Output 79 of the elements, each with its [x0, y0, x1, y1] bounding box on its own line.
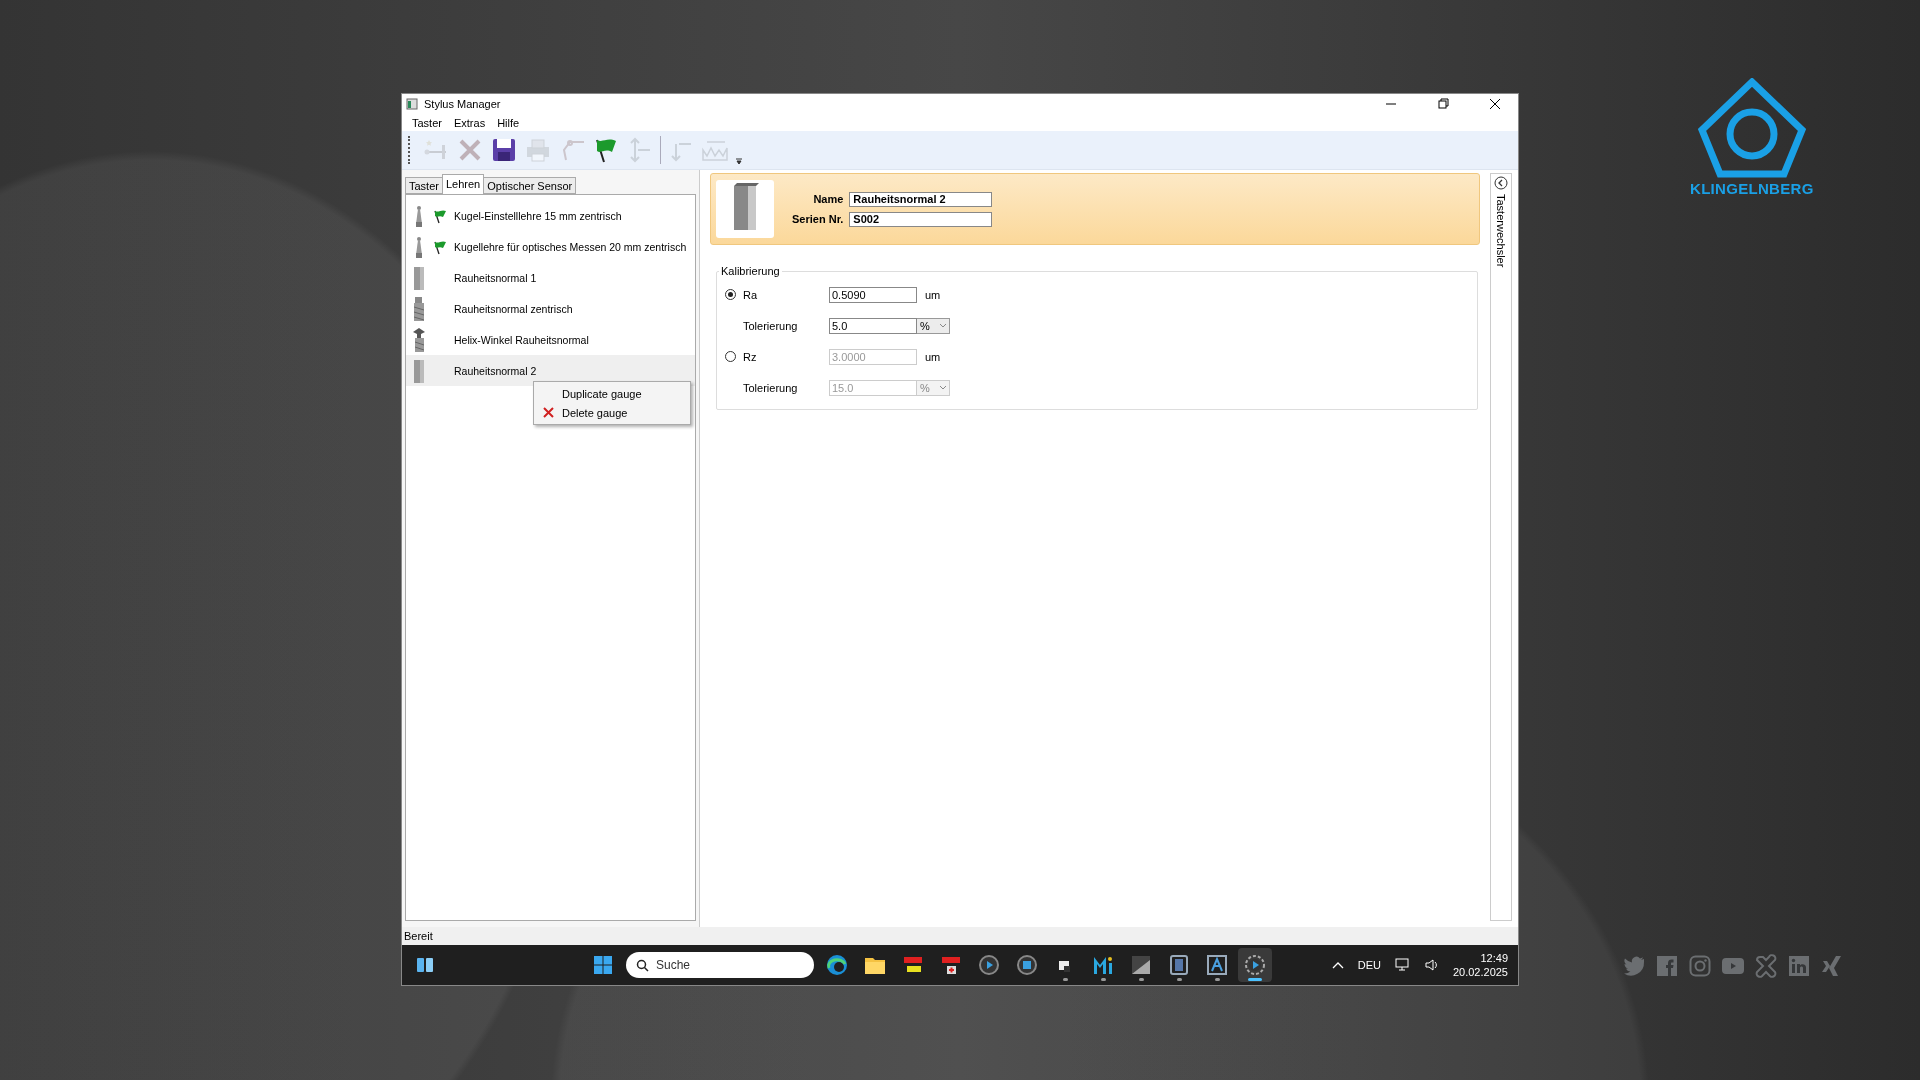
- twitter-icon[interactable]: [1622, 954, 1646, 978]
- tab[interactable]: Taster: [405, 177, 443, 194]
- menu-item[interactable]: Duplicate gauge: [562, 387, 642, 400]
- widgets-icon[interactable]: [416, 956, 434, 974]
- item-label: Rauheitsnormal 1: [454, 271, 537, 284]
- app-icon[interactable]: [1092, 954, 1114, 976]
- running-indicator: [1138, 978, 1144, 981]
- overflow-icon[interactable]: [735, 157, 743, 165]
- search-field[interactable]: Suche: [626, 952, 814, 978]
- item-label: Kugel-Einstelllehre 15 mm zentrisch: [454, 209, 622, 222]
- menu-item[interactable]: Taster: [406, 116, 448, 129]
- list-item[interactable]: Rauheitsnormal zentrisch: [406, 293, 695, 324]
- knot-icon[interactable]: [1754, 954, 1778, 978]
- value-field[interactable]: 0.5090: [829, 286, 917, 303]
- delete-icon: [542, 407, 554, 418]
- window-title: Stylus Manager: [424, 98, 502, 110]
- caret-icon[interactable]: [940, 323, 946, 328]
- name-field[interactable]: Rauheitsnormal 2: [849, 191, 993, 207]
- threaded-gauge-icon: [412, 294, 426, 323]
- xing-icon[interactable]: [1820, 954, 1844, 978]
- app-icon[interactable]: [1206, 954, 1228, 976]
- unit-label: um: [924, 350, 942, 363]
- item-label: Rauheitsnormal zentrisch: [454, 302, 573, 315]
- collapse-icon[interactable]: [1494, 176, 1508, 190]
- running-indicator: [1176, 978, 1182, 981]
- language-indicator[interactable]: DEU: [1357, 959, 1381, 971]
- clock-date[interactable]: 20.02.2025: [1452, 965, 1508, 979]
- serial-field[interactable]: S002: [849, 211, 993, 227]
- list-item[interactable]: Rauheitsnormal 1: [406, 262, 695, 293]
- instagram-icon[interactable]: [1688, 954, 1712, 978]
- field-label: Tolerierung: [743, 319, 799, 332]
- running-indicator: [1100, 978, 1106, 981]
- tab[interactable]: Optischer Sensor: [483, 177, 577, 194]
- running-indicator: [1062, 978, 1068, 981]
- app-icon[interactable]: [1130, 954, 1152, 976]
- app-icon[interactable]: [1168, 954, 1190, 976]
- block-icon: [716, 180, 774, 238]
- side-panel-title[interactable]: Tasterwechsler: [1495, 194, 1507, 268]
- unit-dropdown[interactable]: %: [917, 317, 950, 334]
- running-indicator: [1214, 978, 1220, 981]
- brand-name: KLINGELNBERG: [1690, 180, 1814, 197]
- field-label: Serien Nr.: [792, 213, 844, 225]
- running-indicator: [1248, 978, 1262, 981]
- app-icon: [406, 98, 418, 110]
- play-icon[interactable]: [978, 954, 1000, 976]
- save-icon[interactable]: [490, 136, 518, 164]
- item-label: Rauheitsnormal 2: [454, 364, 537, 377]
- caret-icon[interactable]: [940, 385, 946, 390]
- field-label: Tolerierung: [743, 381, 799, 394]
- app-icon[interactable]: [940, 954, 962, 976]
- list-item[interactable]: Kugel-Einstelllehre 15 mm zentrisch: [406, 200, 695, 231]
- speaker-icon[interactable]: [1424, 958, 1439, 972]
- tab[interactable]: Lehren: [441, 174, 485, 194]
- menu-item[interactable]: Delete gauge: [562, 406, 628, 419]
- menu-item[interactable]: Extras: [447, 116, 492, 129]
- field-label: Name: [812, 193, 844, 205]
- logo-icon: [1695, 78, 1808, 178]
- tolerance-field[interactable]: 5.0: [829, 317, 917, 334]
- unit-label: um: [924, 288, 942, 301]
- browser-icon[interactable]: [826, 954, 848, 976]
- list-item[interactable]: Kugellehre für optisches Messen 20 mm zentrisch: [406, 231, 695, 262]
- folder-icon[interactable]: [864, 955, 886, 975]
- facebook-icon[interactable]: [1655, 954, 1679, 978]
- linkedin-icon[interactable]: [1787, 954, 1811, 978]
- menu-item[interactable]: Hilfe: [491, 116, 526, 129]
- field-label: Rz: [743, 350, 758, 363]
- network-icon[interactable]: [1394, 958, 1411, 972]
- gear-icon[interactable]: [1244, 954, 1266, 976]
- clock-time[interactable]: 12:49: [1480, 951, 1508, 965]
- chevron-up-icon[interactable]: [1331, 961, 1344, 969]
- status-text: Bereit: [404, 930, 433, 942]
- item-label: Helix-Winkel Rauheitsnormal: [454, 333, 589, 346]
- helix-gauge-icon: [412, 325, 426, 354]
- field-label: Ra: [743, 288, 759, 301]
- search-icon: [636, 959, 649, 972]
- stop-icon[interactable]: [1016, 954, 1038, 976]
- group-title: Kalibrierung: [720, 265, 781, 277]
- item-label: Kugellehre für optisches Messen 20 mm zentrisch: [454, 240, 687, 253]
- list-item[interactable]: Helix-Winkel Rauheitsnormal: [406, 324, 695, 355]
